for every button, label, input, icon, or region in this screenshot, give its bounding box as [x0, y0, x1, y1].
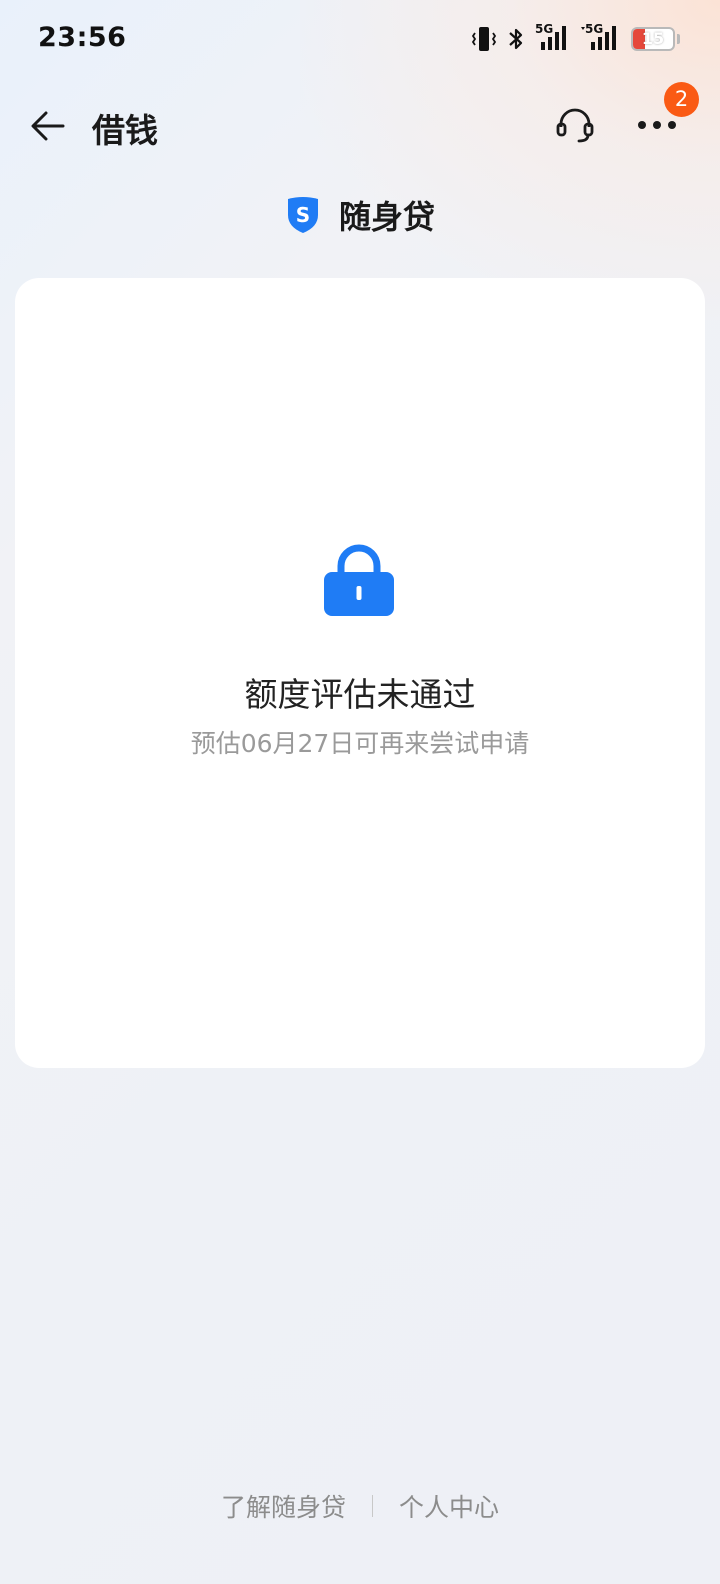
status-subtitle: 预估06月27日可再来尝试申请 — [190, 729, 530, 758]
status-time: 23:56 — [38, 22, 127, 53]
about-loan-link[interactable]: 了解随身贷 — [217, 1488, 350, 1524]
shield-s-icon: S — [287, 197, 318, 233]
back-button[interactable] — [24, 102, 72, 150]
status-icons: 5G 5G 15 — [471, 22, 680, 54]
signal-5g-icon: 5G — [535, 22, 571, 54]
status-bar: 23:56 5G 5G 15 — [0, 0, 720, 80]
footer-links: 了解随身贷 个人中心 — [0, 1486, 720, 1526]
signal-5g-icon-2: 5G — [581, 22, 621, 54]
customer-service-button[interactable] — [550, 100, 600, 150]
vibrate-icon — [471, 27, 497, 51]
headset-icon — [556, 108, 594, 143]
battery-cap — [677, 34, 680, 44]
personal-center-link[interactable]: 个人中心 — [395, 1488, 503, 1524]
app-bar: 借钱 — [0, 88, 720, 160]
notification-badge: 2 — [664, 82, 699, 117]
battery-level: 15 — [641, 29, 665, 48]
svg-text:S: S — [296, 203, 310, 227]
page-title: 借钱 — [92, 111, 158, 150]
footer-divider — [372, 1495, 373, 1517]
more-dots-icon — [638, 121, 676, 129]
battery-icon: 15 — [631, 27, 675, 51]
lock-icon — [324, 544, 394, 616]
status-title: 额度评估未通过 — [244, 675, 476, 714]
bluetooth-icon — [509, 28, 523, 50]
product-name: 随身贷 — [338, 198, 435, 236]
result-card: 额度评估未通过 预估06月27日可再来尝试申请 — [15, 278, 705, 1068]
product-header: S 随身贷 — [0, 190, 720, 240]
arrow-left-icon — [31, 111, 65, 141]
